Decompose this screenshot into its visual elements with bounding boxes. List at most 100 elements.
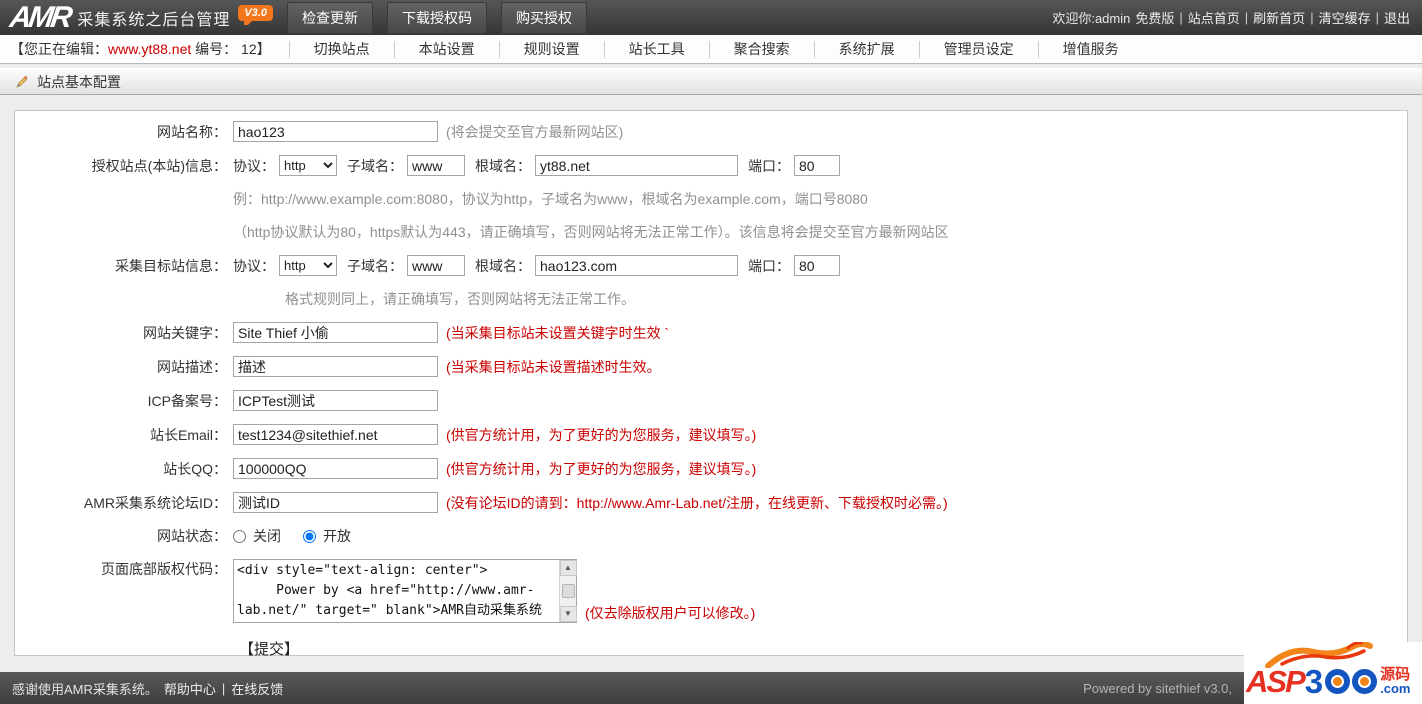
forum-id-row: AMR采集系统论坛ID： (没有论坛ID的请到：http://www.Amr-L… — [15, 492, 1407, 513]
status-open-radio[interactable] — [303, 530, 316, 543]
target-domain-input[interactable] — [535, 255, 738, 276]
auth-example-hint: 例：http://www.example.com:8080，协议为http，子域… — [233, 189, 868, 209]
buy-license-button[interactable]: 购买授权 — [501, 2, 587, 34]
site-home-link[interactable]: 站点首页 — [1188, 8, 1240, 27]
icp-input[interactable] — [233, 390, 438, 411]
textarea-scrollbar[interactable]: ▲ ▼ — [559, 560, 576, 622]
description-hint: (当采集目标站未设置描述时生效。 — [446, 357, 661, 377]
auth-protocol-select[interactable]: http — [279, 155, 337, 176]
copyright-hint: (仅去除版权用户可以修改。) — [585, 603, 755, 623]
editing-prefix: 【您正在编辑： — [10, 41, 108, 57]
scroll-up-icon[interactable]: ▲ — [560, 560, 577, 576]
keywords-hint: (当采集目标站未设置关键字时生效 ` — [446, 323, 669, 343]
tab-admin-settings[interactable]: 管理员设定 — [919, 41, 1038, 58]
target-protocol-select[interactable]: http — [279, 255, 337, 276]
separator: | — [1376, 10, 1379, 25]
site-name-row: 网站名称： (将会提交至官方最新网站区) — [15, 121, 1407, 142]
auth-domain-input[interactable] — [535, 155, 738, 176]
site-name-label: 网站名称： — [15, 122, 233, 142]
editing-number: 编号： 12】 — [195, 41, 270, 57]
copyright-code[interactable]: <div style="text-align: center"> Power b… — [234, 560, 559, 622]
tab-switch-site[interactable]: 切换站点 — [289, 41, 394, 58]
tab-system-extension[interactable]: 系统扩展 — [814, 41, 919, 58]
protocol-label: 协议： — [233, 156, 275, 176]
separator: | — [222, 681, 225, 696]
site-config-form: 网站名称： (将会提交至官方最新网站区) 授权站点(本站)信息： 协议： htt… — [14, 110, 1408, 656]
qq-label: 站长QQ： — [15, 459, 233, 479]
qq-row: 站长QQ： (供官方统计用，为了更好的为您服务，建议填写。) — [15, 458, 1407, 479]
auth-port-hint: （http协议默认为80，https默认为443，请正确填写，否则网站将无法正常… — [233, 222, 949, 242]
zero-circle-icon — [1325, 669, 1350, 694]
tab-value-added[interactable]: 增值服务 — [1038, 41, 1143, 58]
auth-hint-row-2: （http协议默认为80，https默认为443，请正确填写，否则网站将无法正常… — [15, 222, 1407, 242]
submit-button[interactable]: 【提交】 — [239, 638, 299, 659]
qq-input[interactable] — [233, 458, 438, 479]
yuanma-text: 源码 — [1380, 668, 1410, 682]
auth-port-input[interactable] — [794, 155, 840, 176]
tab-site-settings[interactable]: 本站设置 — [394, 41, 499, 58]
separator: | — [1179, 10, 1182, 25]
target-port-input[interactable] — [794, 255, 840, 276]
subdomain-label: 子域名： — [347, 256, 403, 276]
status-open-label: 开放 — [323, 526, 351, 546]
auth-subdomain-input[interactable] — [407, 155, 465, 176]
description-row: 网站描述： (当采集目标站未设置描述时生效。 — [15, 356, 1407, 377]
section-title: 站点基本配置 — [37, 72, 121, 92]
asp-text: ASP — [1246, 666, 1304, 697]
keywords-label: 网站关键字： — [15, 323, 233, 343]
logout-link[interactable]: 退出 — [1384, 8, 1410, 27]
scroll-thumb[interactable] — [562, 584, 575, 598]
icp-row: ICP备案号： — [15, 390, 1407, 411]
app-title: 采集系统之后台管理 — [77, 6, 230, 30]
version-badge: V3.0 — [238, 5, 273, 21]
asp300-watermark: ASP 3 源码 .com — [1244, 642, 1422, 704]
refresh-home-link[interactable]: 刷新首页 — [1253, 8, 1305, 27]
keywords-row: 网站关键字： (当采集目标站未设置关键字时生效 ` — [15, 322, 1407, 343]
target-subdomain-input[interactable] — [407, 255, 465, 276]
forum-id-hint: (没有论坛ID的请到：http://www.Amr-Lab.net/注册，在线更… — [446, 493, 948, 513]
forum-id-label: AMR采集系统论坛ID： — [15, 493, 233, 513]
domain-label: 根域名： — [475, 156, 531, 176]
separator: | — [1245, 10, 1248, 25]
protocol-label: 协议： — [233, 256, 275, 276]
powered-by-text: Powered by sitethief v3.0, — [1083, 681, 1232, 696]
footer: 感谢使用AMR采集系统。 帮助中心 | 在线反馈 Powered by site… — [0, 672, 1422, 704]
editing-site-url: www.yt88.net — [108, 41, 191, 57]
pencil-icon — [14, 74, 30, 90]
port-label: 端口： — [748, 256, 790, 276]
scroll-down-icon[interactable]: ▼ — [560, 606, 577, 622]
amr-logo: AMR — [8, 3, 72, 33]
email-row: 站长Email： (供官方统计用，为了更好的为您服务，建议填写。) — [15, 424, 1407, 445]
tab-rule-settings[interactable]: 规则设置 — [499, 41, 604, 58]
email-input[interactable] — [233, 424, 438, 445]
site-name-hint: (将会提交至官方最新网站区) — [446, 122, 623, 142]
subdomain-label: 子域名： — [347, 156, 403, 176]
forum-id-input[interactable] — [233, 492, 438, 513]
feedback-link[interactable]: 在线反馈 — [231, 679, 283, 698]
keywords-input[interactable] — [233, 322, 438, 343]
section-bar: 站点基本配置 — [0, 68, 1422, 95]
copyright-label: 页面底部版权代码： — [15, 559, 233, 579]
clear-cache-link[interactable]: 清空缓存 — [1319, 8, 1371, 27]
download-license-button[interactable]: 下载授权码 — [387, 2, 487, 34]
welcome-text: 欢迎你:admin — [1052, 8, 1130, 27]
plan-badge: 免费版 — [1135, 8, 1174, 27]
page: AMR 采集系统之后台管理 V3.0 检查更新 下载授权码 购买授权 欢迎你:a… — [0, 0, 1422, 704]
copyright-textarea[interactable]: <div style="text-align: center"> Power b… — [233, 559, 577, 623]
status-closed-radio[interactable] — [233, 530, 246, 543]
help-center-link[interactable]: 帮助中心 — [164, 679, 216, 698]
tab-webmaster-tools[interactable]: 站长工具 — [604, 41, 709, 58]
port-label: 端口： — [748, 156, 790, 176]
asp300-logo-text: ASP 3 源码 .com — [1246, 666, 1410, 697]
footer-thanks-text: 感谢使用AMR采集系统。 — [12, 679, 158, 698]
check-update-button[interactable]: 检查更新 — [287, 2, 373, 34]
tab-aggregate-search[interactable]: 聚合搜索 — [709, 41, 814, 58]
com-text: .com — [1380, 682, 1410, 696]
domain-label: 根域名： — [475, 256, 531, 276]
email-hint: (供官方统计用，为了更好的为您服务，建议填写。) — [446, 425, 756, 445]
description-input[interactable] — [233, 356, 438, 377]
target-site-row: 采集目标站信息： 协议： http 子域名： 根域名： 端口： — [15, 255, 1407, 276]
zero-circle-icon — [1352, 669, 1377, 694]
header-user-area: 欢迎你:admin 免费版 | 站点首页 | 刷新首页 | 清空缓存 | 退出 — [1052, 8, 1410, 27]
site-name-input[interactable] — [233, 121, 438, 142]
